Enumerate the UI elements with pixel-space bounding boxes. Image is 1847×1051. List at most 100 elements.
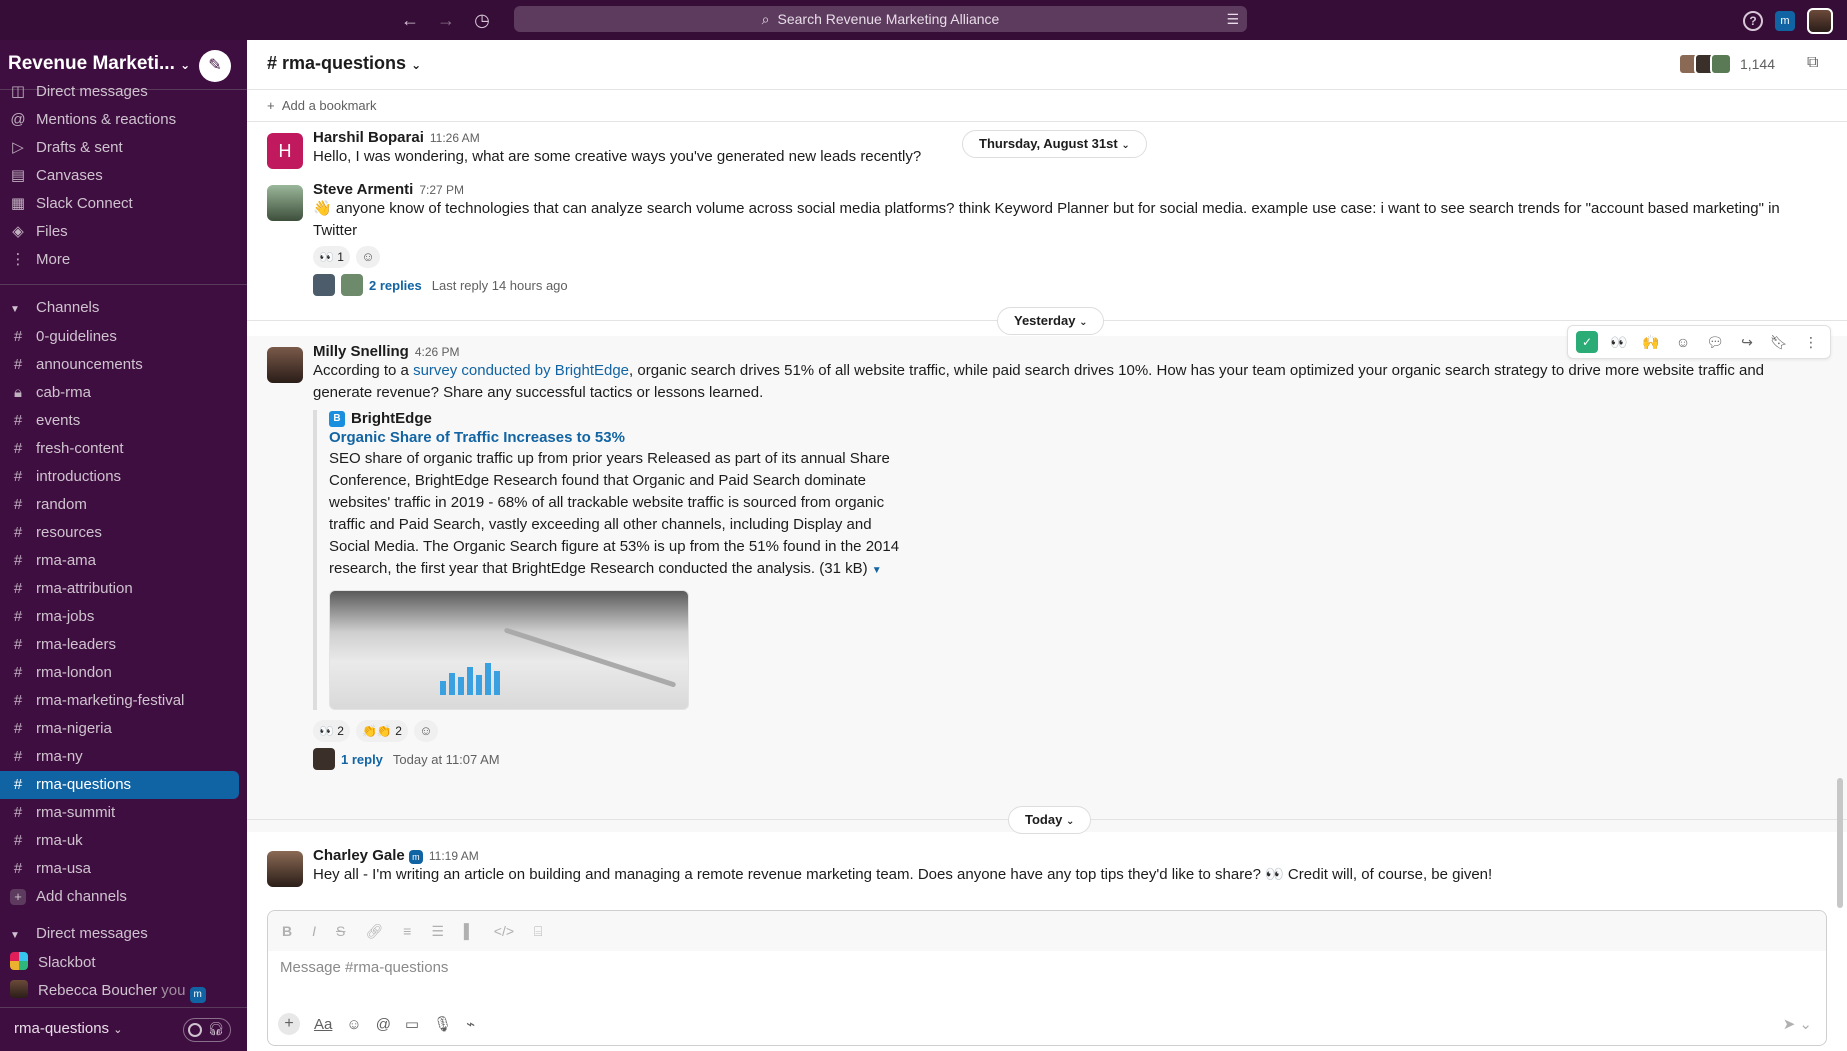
message-input[interactable]: Message #rma-questions [280,959,448,976]
caret-down-icon[interactable]: ▼ [872,565,882,576]
reaction-eyes[interactable]: 👀 2 [313,720,350,742]
sidebar-dm-rebecca[interactable]: Rebecca Boucher you m [0,977,247,1005]
dm-section-header[interactable]: ▼ Direct messages [0,919,247,949]
avatar[interactable] [267,851,303,887]
channels-section-header[interactable]: ▼ Channels [0,293,247,323]
message-time[interactable]: 4:26 PM [415,345,460,359]
plus-icon[interactable]: + [278,1013,300,1035]
sidebar-item-slack-connect[interactable]: ▦ Slack Connect [0,190,247,218]
message[interactable]: Charley Gale m 11:19 AM Hey all - I'm wri… [267,847,1827,887]
user-avatar[interactable] [1807,8,1833,34]
sidebar-channel-rma-ama[interactable]: # rma-ama [0,547,247,575]
message-sender[interactable]: Harshil Boparai [313,129,424,146]
scrollbar[interactable] [1837,778,1843,908]
sidebar-channel-rma-ny[interactable]: # rma-ny [0,743,247,771]
reaction-clap[interactable]: 👏👏 2 [355,720,408,742]
sidebar-channel-rma-uk[interactable]: # rma-uk [0,827,247,855]
workspace-badge[interactable]: m [1775,11,1795,31]
sidebar-channel-resources[interactable]: # resources [0,519,247,547]
sidebar-dm-slackbot[interactable]: Slackbot [0,949,247,977]
message-time[interactable]: 11:26 AM [430,131,480,145]
search-filter-icon[interactable]: ☰ [1226,6,1239,32]
shortcut-icon[interactable]: ⌁ [466,1015,475,1033]
message-time[interactable]: 7:27 PM [419,183,464,197]
message-composer[interactable]: B I S 🔗︎ ≡ ☰ ▌ </> ⌸ Message #rma-questi… [267,910,1827,1046]
sidebar-channel-rma-usa[interactable]: # rma-usa [0,855,247,883]
sidebar-channel-0-guidelines[interactable]: #0-guidelines [0,323,247,351]
footer-channel-switcher[interactable]: rma-questions ⌄ [14,1020,122,1037]
microphone-icon[interactable]: 🎙︎ [433,1015,452,1033]
sidebar-channel-rma-nigeria[interactable]: # rma-nigeria [0,715,247,743]
sidebar-channel-introductions[interactable]: # introductions [0,463,247,491]
send-icon[interactable]: ➤ ⌄ [1783,1015,1812,1033]
replies-link[interactable]: 2 replies [369,278,422,293]
date-pill[interactable]: Thursday, August 31st ⌄ [962,130,1147,158]
sidebar-footer: rma-questions ⌄ 🎧︎ [0,1007,247,1051]
unfurl-image[interactable] [329,590,689,710]
blockquote-icon[interactable]: ▌ [464,923,474,939]
member-avatars[interactable]: 1,144 [1677,53,1775,75]
sidebar-channel-cab-rma[interactable]: 🔒︎ cab-rma [0,379,247,407]
date-pill[interactable]: Yesterday ⌄ [997,307,1105,335]
sidebar-channel-rma-london[interactable]: # rma-london [0,659,247,687]
sidebar-item-mentions[interactable]: @ Mentions & reactions [0,106,247,134]
sidebar-channel-fresh-content[interactable]: # fresh-content [0,435,247,463]
arrow-left-icon[interactable]: ← [398,8,422,32]
date-pill[interactable]: Today ⌄ [1008,806,1092,834]
huddle-toggle[interactable]: 🎧︎ [183,1018,231,1042]
channel-title[interactable]: # rma-questions ⌄ [267,53,421,74]
add-reaction-icon[interactable]: ☺ [413,720,438,742]
message-time[interactable]: 11:19 AM [429,849,479,863]
add-channels-button[interactable]: + Add channels [0,883,247,911]
formatting-toggle[interactable]: Aa [314,1016,332,1033]
thread-summary[interactable]: 1 reply Today at 11:07 AM [313,748,1827,770]
survey-link[interactable]: survey conducted by BrightEdge [413,362,629,379]
bullet-list-icon[interactable]: ☰ [431,923,444,940]
link-icon[interactable]: 🔗︎ [365,923,383,940]
italic-icon[interactable]: I [312,923,316,939]
message[interactable]: Milly Snelling 4:26 PM According to a sur… [267,343,1827,770]
sidebar-channel-rma-questions[interactable]: # rma-questions [0,771,239,799]
code-icon[interactable]: </> [494,923,514,939]
unfurl-title[interactable]: Organic Share of Traffic Increases to 53… [329,429,1827,446]
avatar[interactable]: H [267,133,303,169]
sidebar-channel-rma-summit[interactable]: # rma-summit [0,799,247,827]
sidebar-channel-rma-attribution[interactable]: # rma-attribution [0,575,247,603]
avatar[interactable] [267,347,303,383]
sidebar-item-files[interactable]: ◈ Files [0,218,247,246]
clock-icon[interactable]: ◷ [470,8,494,32]
sidebar-channel-rma-jobs[interactable]: # rma-jobs [0,603,247,631]
add-reaction-icon[interactable]: ☺ [355,246,380,268]
arrow-right-icon[interactable]: → [434,8,458,32]
bold-icon[interactable]: B [282,923,292,939]
search-input[interactable]: ⌕ Search Revenue Marketing Alliance ☰ [514,6,1247,32]
replies-link[interactable]: 1 reply [341,752,383,767]
sidebar-item-canvases[interactable]: ▤ Canvases [0,162,247,190]
code-block-icon[interactable]: ⌸ [534,923,542,940]
message-sender[interactable]: Steve Armenti [313,181,413,198]
sidebar-channel-random[interactable]: # random [0,491,247,519]
thread-summary[interactable]: 2 replies Last reply 14 hours ago [313,274,1827,296]
sidebar-item-direct-messages[interactable]: ◫ Direct messages [0,78,247,106]
sidebar-channel-rma-marketing-festival[interactable]: # rma-marketing-festival [0,687,247,715]
sidebar-item-more[interactable]: ⋮ More [0,246,247,274]
reaction-eyes[interactable]: 👀 1 [313,246,350,268]
video-icon[interactable]: ▭ [405,1015,419,1033]
message-sender[interactable]: Milly Snelling [313,343,409,360]
avatar[interactable] [267,185,303,221]
sidebar-nav: ◫ Direct messages @ Mentions & reactions ▷… [0,78,247,274]
strikethrough-icon[interactable]: S [336,923,345,939]
sidebar-channel-announcements[interactable]: # announcements [0,351,247,379]
ordered-list-icon[interactable]: ≡ [403,923,411,939]
sidebar-channel-events[interactable]: # events [0,407,247,435]
sidebar-item-drafts[interactable]: ▷ Drafts & sent [0,134,247,162]
sidebar-channel-rma-leaders[interactable]: # rma-leaders [0,631,247,659]
emoji-icon[interactable]: ☺ [346,1016,361,1033]
mention-icon[interactable]: @ [376,1016,391,1033]
message-sender[interactable]: Charley Gale [313,847,405,864]
workspace-name[interactable]: Revenue Marketi... ⌄ [8,53,190,75]
canvas-icon[interactable]: ⧉ [1807,54,1829,76]
message[interactable]: Steve Armenti 7:27 PM 👋 anyone know of te… [267,181,1827,296]
help-icon[interactable]: ? [1743,11,1763,31]
add-bookmark-button[interactable]: + Add a bookmark [247,90,1847,122]
